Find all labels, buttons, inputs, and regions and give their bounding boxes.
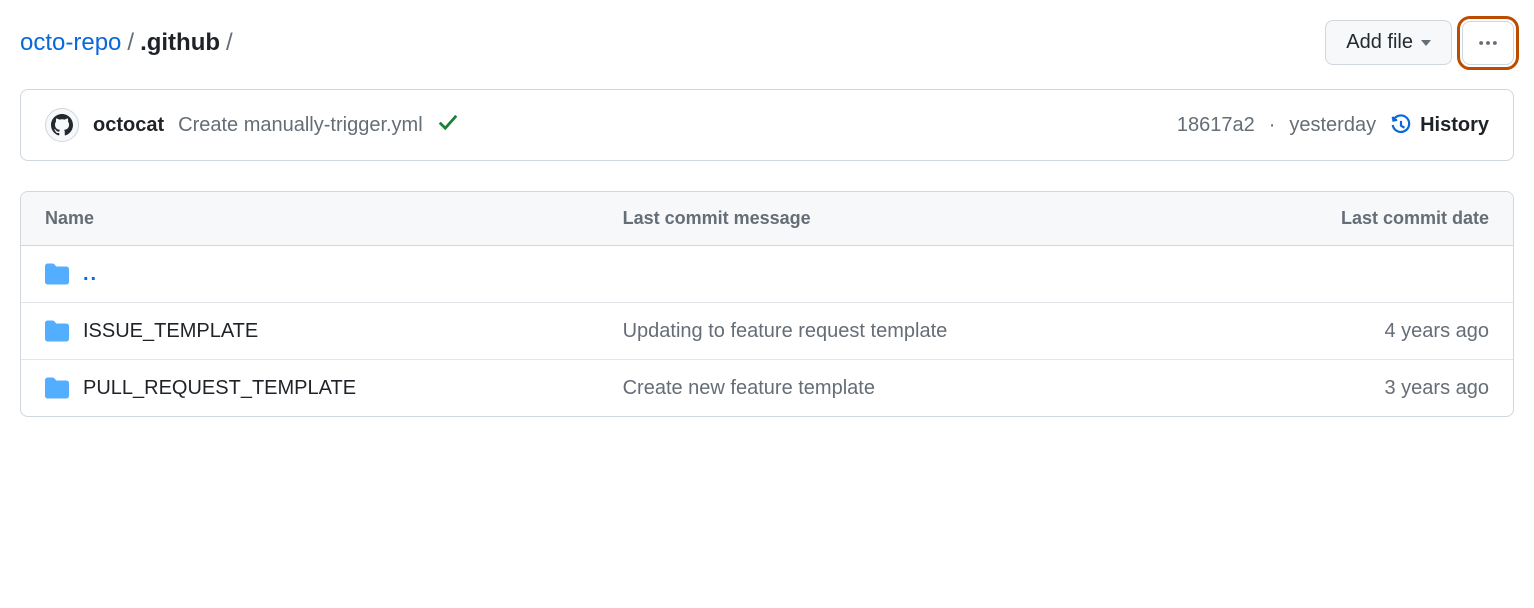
header-row: octo-repo / .github / Add file [20, 20, 1514, 65]
column-header-message: Last commit message [623, 208, 1309, 229]
breadcrumb-repo-link[interactable]: octo-repo [20, 29, 121, 57]
octocat-icon [51, 114, 73, 136]
breadcrumb-separator: / [127, 29, 134, 57]
add-file-button[interactable]: Add file [1325, 20, 1452, 65]
folder-icon [45, 319, 69, 343]
table-row-parent[interactable]: .. [21, 246, 1513, 303]
caret-down-icon [1421, 40, 1431, 46]
file-commit-message[interactable]: Updating to feature request template [623, 320, 1309, 343]
commit-author[interactable]: octocat [93, 114, 164, 137]
breadcrumb: octo-repo / .github / [20, 29, 233, 57]
add-file-label: Add file [1346, 31, 1413, 54]
folder-icon [45, 376, 69, 400]
file-name-link[interactable]: ISSUE_TEMPLATE [83, 320, 258, 343]
dot-separator: · [1269, 114, 1276, 137]
commit-sha[interactable]: 18617a2 [1177, 114, 1255, 137]
breadcrumb-separator: / [226, 29, 233, 57]
avatar[interactable] [45, 108, 79, 142]
file-commit-date: 3 years ago [1309, 377, 1489, 400]
history-label: History [1420, 114, 1489, 137]
check-icon[interactable] [437, 111, 459, 139]
more-options-button[interactable] [1462, 21, 1514, 65]
history-link[interactable]: History [1390, 114, 1489, 137]
file-commit-message[interactable]: Create new feature template [623, 377, 1309, 400]
file-table: Name Last commit message Last commit dat… [20, 191, 1514, 417]
commit-date: yesterday [1289, 114, 1376, 137]
table-row[interactable]: PULL_REQUEST_TEMPLATE Create new feature… [21, 360, 1513, 416]
column-header-name: Name [45, 208, 623, 229]
header-actions: Add file [1325, 20, 1514, 65]
breadcrumb-current-folder: .github [140, 29, 220, 57]
column-header-date: Last commit date [1309, 208, 1489, 229]
file-commit-date: 4 years ago [1309, 320, 1489, 343]
folder-icon [45, 262, 69, 286]
file-name-link[interactable]: PULL_REQUEST_TEMPLATE [83, 377, 356, 400]
kebab-horizontal-icon [1477, 32, 1499, 54]
latest-commit-bar: octocat Create manually-trigger.yml 1861… [20, 89, 1514, 161]
history-icon [1390, 114, 1412, 136]
commit-message[interactable]: Create manually-trigger.yml [178, 114, 423, 137]
table-row[interactable]: ISSUE_TEMPLATE Updating to feature reque… [21, 303, 1513, 360]
parent-directory-link[interactable]: .. [83, 263, 98, 286]
file-table-header: Name Last commit message Last commit dat… [21, 192, 1513, 246]
